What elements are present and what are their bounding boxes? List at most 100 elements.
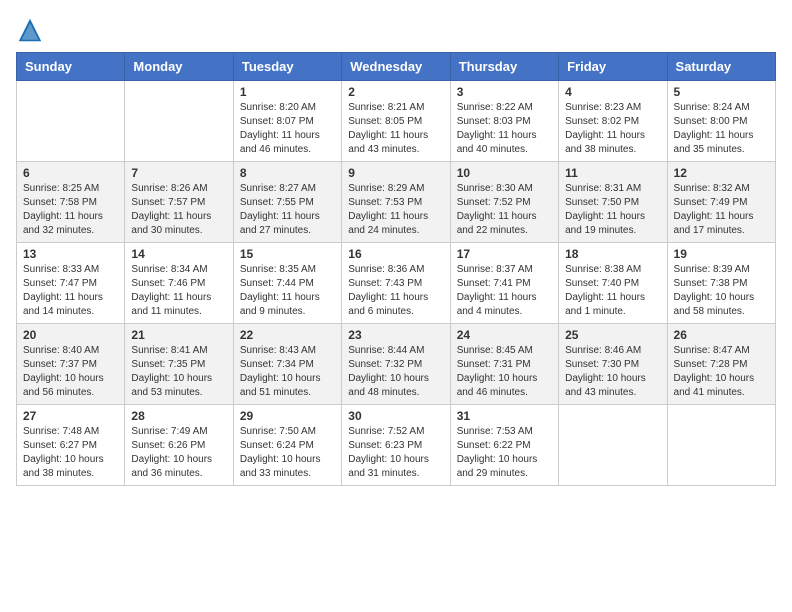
day-info: Sunrise: 8:33 AM Sunset: 7:47 PM Dayligh…	[23, 263, 118, 319]
day-number: 15	[240, 247, 335, 261]
day-number: 7	[131, 166, 226, 180]
day-number: 25	[565, 328, 660, 342]
weekday-header-wednesday: Wednesday	[342, 53, 450, 81]
day-number: 21	[131, 328, 226, 342]
calendar-cell: 7 Sunrise: 8:26 AM Sunset: 7:57 PM Daylig…	[125, 162, 233, 243]
calendar-week-row: 1 Sunrise: 8:20 AM Sunset: 8:07 PM Daylig…	[17, 81, 776, 162]
day-info: Sunrise: 8:20 AM Sunset: 8:07 PM Dayligh…	[240, 101, 335, 157]
day-number: 3	[457, 85, 552, 99]
calendar-cell: 3 Sunrise: 8:22 AM Sunset: 8:03 PM Daylig…	[450, 81, 558, 162]
weekday-header-saturday: Saturday	[667, 53, 775, 81]
day-number: 26	[674, 328, 769, 342]
logo	[16, 16, 48, 44]
day-number: 9	[348, 166, 443, 180]
day-info: Sunrise: 8:44 AM Sunset: 7:32 PM Dayligh…	[348, 344, 443, 400]
day-number: 24	[457, 328, 552, 342]
calendar-cell	[559, 405, 667, 486]
weekday-header-monday: Monday	[125, 53, 233, 81]
calendar-cell: 30Sunrise: 7:52 AM Sunset: 6:23 PM Dayli…	[342, 405, 450, 486]
calendar-cell: 8 Sunrise: 8:27 AM Sunset: 7:55 PM Daylig…	[233, 162, 341, 243]
day-info: Sunrise: 8:24 AM Sunset: 8:00 PM Dayligh…	[674, 101, 769, 157]
calendar-cell: 10 Sunrise: 8:30 AM Sunset: 7:52 PM Dayli…	[450, 162, 558, 243]
calendar-cell: 21 Sunrise: 8:41 AM Sunset: 7:35 PM Dayli…	[125, 324, 233, 405]
calendar-cell: 14 Sunrise: 8:34 AM Sunset: 7:46 PM Dayli…	[125, 243, 233, 324]
calendar-cell	[667, 405, 775, 486]
calendar-cell: 29Sunrise: 7:50 AM Sunset: 6:24 PM Dayli…	[233, 405, 341, 486]
day-info: Sunrise: 8:23 AM Sunset: 8:02 PM Dayligh…	[565, 101, 660, 157]
calendar-cell	[17, 81, 125, 162]
calendar-week-row: 20Sunrise: 8:40 AM Sunset: 7:37 PM Dayli…	[17, 324, 776, 405]
calendar-cell: 23 Sunrise: 8:44 AM Sunset: 7:32 PM Dayli…	[342, 324, 450, 405]
calendar-cell: 22 Sunrise: 8:43 AM Sunset: 7:34 PM Dayli…	[233, 324, 341, 405]
calendar-cell: 2 Sunrise: 8:21 AM Sunset: 8:05 PM Daylig…	[342, 81, 450, 162]
day-number: 6	[23, 166, 118, 180]
calendar-header-row: SundayMondayTuesdayWednesdayThursdayFrid…	[17, 53, 776, 81]
day-number: 31	[457, 409, 552, 423]
calendar-cell: 6 Sunrise: 8:25 AM Sunset: 7:58 PM Daylig…	[17, 162, 125, 243]
logo-icon	[16, 16, 44, 44]
day-info: Sunrise: 8:27 AM Sunset: 7:55 PM Dayligh…	[240, 182, 335, 238]
calendar-cell: 12 Sunrise: 8:32 AM Sunset: 7:49 PM Dayli…	[667, 162, 775, 243]
day-info: Sunrise: 8:41 AM Sunset: 7:35 PM Dayligh…	[131, 344, 226, 400]
calendar-cell: 5 Sunrise: 8:24 AM Sunset: 8:00 PM Daylig…	[667, 81, 775, 162]
calendar-table: SundayMondayTuesdayWednesdayThursdayFrid…	[16, 52, 776, 486]
day-number: 28	[131, 409, 226, 423]
calendar-cell: 1 Sunrise: 8:20 AM Sunset: 8:07 PM Daylig…	[233, 81, 341, 162]
day-number: 2	[348, 85, 443, 99]
day-number: 12	[674, 166, 769, 180]
day-number: 23	[348, 328, 443, 342]
day-info: Sunrise: 8:32 AM Sunset: 7:49 PM Dayligh…	[674, 182, 769, 238]
weekday-header-tuesday: Tuesday	[233, 53, 341, 81]
day-info: Sunrise: 8:26 AM Sunset: 7:57 PM Dayligh…	[131, 182, 226, 238]
weekday-header-sunday: Sunday	[17, 53, 125, 81]
calendar-cell	[125, 81, 233, 162]
calendar-week-row: 27 Sunrise: 7:48 AM Sunset: 6:27 PM Dayli…	[17, 405, 776, 486]
day-info: Sunrise: 8:47 AM Sunset: 7:28 PM Dayligh…	[674, 344, 769, 400]
day-number: 8	[240, 166, 335, 180]
day-number: 1	[240, 85, 335, 99]
day-number: 10	[457, 166, 552, 180]
day-number: 17	[457, 247, 552, 261]
day-info: Sunrise: 8:34 AM Sunset: 7:46 PM Dayligh…	[131, 263, 226, 319]
day-info: Sunrise: 8:46 AM Sunset: 7:30 PM Dayligh…	[565, 344, 660, 400]
day-info: Sunrise: 8:43 AM Sunset: 7:34 PM Dayligh…	[240, 344, 335, 400]
day-info: Sunrise: 8:38 AM Sunset: 7:40 PM Dayligh…	[565, 263, 660, 319]
day-info: Sunrise: 8:22 AM Sunset: 8:03 PM Dayligh…	[457, 101, 552, 157]
calendar-cell: 17 Sunrise: 8:37 AM Sunset: 7:41 PM Dayli…	[450, 243, 558, 324]
day-number: 27	[23, 409, 118, 423]
calendar-cell: 11 Sunrise: 8:31 AM Sunset: 7:50 PM Dayli…	[559, 162, 667, 243]
day-info: Sunrise: 8:35 AM Sunset: 7:44 PM Dayligh…	[240, 263, 335, 319]
day-info: Sunrise: 7:49 AM Sunset: 6:26 PM Dayligh…	[131, 425, 226, 481]
calendar-cell: 28 Sunrise: 7:49 AM Sunset: 6:26 PM Dayli…	[125, 405, 233, 486]
day-number: 22	[240, 328, 335, 342]
day-info: Sunrise: 8:37 AM Sunset: 7:41 PM Dayligh…	[457, 263, 552, 319]
calendar-cell: 4 Sunrise: 8:23 AM Sunset: 8:02 PM Daylig…	[559, 81, 667, 162]
day-number: 13	[23, 247, 118, 261]
day-number: 19	[674, 247, 769, 261]
day-info: Sunrise: 8:21 AM Sunset: 8:05 PM Dayligh…	[348, 101, 443, 157]
day-number: 30	[348, 409, 443, 423]
day-info: Sunrise: 7:53 AM Sunset: 6:22 PM Dayligh…	[457, 425, 552, 481]
day-info: Sunrise: 8:39 AM Sunset: 7:38 PM Dayligh…	[674, 263, 769, 319]
calendar-cell: 18Sunrise: 8:38 AM Sunset: 7:40 PM Dayli…	[559, 243, 667, 324]
calendar-cell: 27 Sunrise: 7:48 AM Sunset: 6:27 PM Dayli…	[17, 405, 125, 486]
day-info: Sunrise: 8:29 AM Sunset: 7:53 PM Dayligh…	[348, 182, 443, 238]
day-number: 4	[565, 85, 660, 99]
day-info: Sunrise: 8:40 AM Sunset: 7:37 PM Dayligh…	[23, 344, 118, 400]
day-info: Sunrise: 7:48 AM Sunset: 6:27 PM Dayligh…	[23, 425, 118, 481]
calendar-cell: 15 Sunrise: 8:35 AM Sunset: 7:44 PM Dayli…	[233, 243, 341, 324]
day-number: 16	[348, 247, 443, 261]
day-info: Sunrise: 8:25 AM Sunset: 7:58 PM Dayligh…	[23, 182, 118, 238]
day-info: Sunrise: 8:31 AM Sunset: 7:50 PM Dayligh…	[565, 182, 660, 238]
day-info: Sunrise: 8:30 AM Sunset: 7:52 PM Dayligh…	[457, 182, 552, 238]
calendar-cell: 25 Sunrise: 8:46 AM Sunset: 7:30 PM Dayli…	[559, 324, 667, 405]
day-info: Sunrise: 8:45 AM Sunset: 7:31 PM Dayligh…	[457, 344, 552, 400]
page-header	[16, 16, 776, 44]
day-number: 14	[131, 247, 226, 261]
calendar-cell: 24 Sunrise: 8:45 AM Sunset: 7:31 PM Dayli…	[450, 324, 558, 405]
calendar-week-row: 6 Sunrise: 8:25 AM Sunset: 7:58 PM Daylig…	[17, 162, 776, 243]
calendar-week-row: 13 Sunrise: 8:33 AM Sunset: 7:47 PM Dayli…	[17, 243, 776, 324]
calendar-cell: 13 Sunrise: 8:33 AM Sunset: 7:47 PM Dayli…	[17, 243, 125, 324]
day-number: 11	[565, 166, 660, 180]
day-number: 5	[674, 85, 769, 99]
